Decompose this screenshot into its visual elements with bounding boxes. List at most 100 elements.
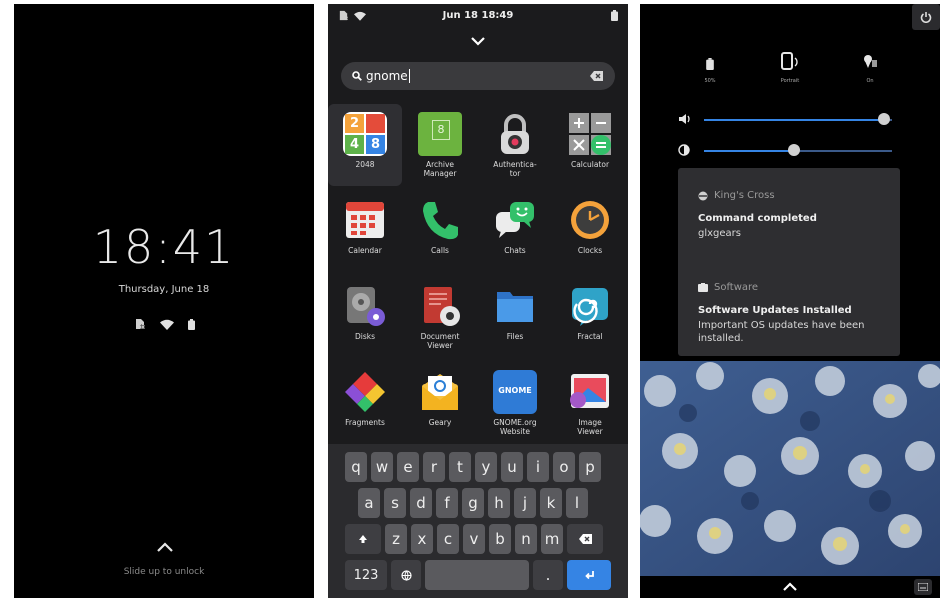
app-2048[interactable]: 2 4 8 2048: [328, 104, 402, 186]
brightness-icon: [678, 144, 690, 156]
power-button[interactable]: [912, 4, 940, 30]
language-key[interactable]: [391, 560, 421, 590]
lock-status-icons: [14, 318, 314, 330]
app-gnome-website[interactable]: GNOME GNOME.org Website: [478, 362, 552, 444]
toggle-caption: 50%: [704, 78, 716, 84]
battery-icon: [187, 318, 195, 330]
key-o[interactable]: o: [553, 452, 575, 482]
key-x[interactable]: x: [411, 524, 433, 554]
key-l[interactable]: l: [566, 488, 588, 518]
chevron-down-icon[interactable]: [470, 36, 486, 46]
notification-header: King's Cross: [698, 190, 775, 201]
globe-icon: [400, 569, 412, 581]
disk-icon: [343, 284, 387, 328]
status-bar[interactable]: Jun 18 18:49: [328, 4, 628, 26]
rotation-icon: [781, 52, 798, 70]
space-key[interactable]: [425, 560, 529, 590]
notification-app: King's Cross: [714, 190, 775, 201]
unlock-hint: Slide up to unlock: [123, 567, 205, 577]
app-authenticator[interactable]: Authentica- tor: [478, 104, 552, 186]
key-c[interactable]: c: [437, 524, 459, 554]
battery-icon: [706, 58, 714, 70]
key-d[interactable]: d: [410, 488, 432, 518]
app-files[interactable]: Files: [478, 276, 552, 358]
key-m[interactable]: m: [541, 524, 563, 554]
lock-date: Thursday, June 18: [118, 284, 210, 295]
app-label: Clocks: [577, 246, 603, 255]
status-clock: Jun 18 18:49: [442, 10, 514, 21]
key-t[interactable]: t: [449, 452, 471, 482]
search-text: gnome: [366, 69, 410, 83]
app-calendar[interactable]: Calendar: [328, 190, 402, 272]
period-key[interactable]: .: [533, 560, 563, 590]
battery-toggle[interactable]: 50%: [680, 52, 740, 84]
app-chats[interactable]: Chats: [478, 190, 552, 272]
app-label: Chats: [504, 246, 526, 255]
location-toggle[interactable]: On: [840, 52, 900, 84]
volume-slider-fill: [704, 119, 885, 121]
key-g[interactable]: g: [462, 488, 484, 518]
key-z[interactable]: z: [385, 524, 407, 554]
clock-icon: [568, 198, 612, 242]
chevron-up-icon[interactable]: [782, 582, 798, 592]
backspace-icon: [578, 534, 592, 544]
app-label: Files: [506, 332, 524, 341]
key-w[interactable]: w: [371, 452, 393, 482]
app-calculator[interactable]: Calculator: [553, 104, 627, 186]
battery-icon: [611, 10, 618, 21]
app-fragments[interactable]: Fragments: [328, 362, 402, 444]
volume-slider-knob[interactable]: [878, 113, 891, 125]
clear-search-icon[interactable]: [590, 71, 603, 81]
notification-title: Software Updates Installed: [698, 305, 852, 316]
app-geary[interactable]: Geary: [403, 362, 477, 444]
app-label: GNOME.org Website: [493, 418, 537, 436]
software-icon: [698, 283, 708, 292]
folder-icon: [493, 284, 537, 328]
enter-key[interactable]: [567, 560, 611, 590]
shift-key[interactable]: [345, 524, 381, 554]
key-h[interactable]: h: [488, 488, 510, 518]
key-e[interactable]: e: [397, 452, 419, 482]
app-clocks[interactable]: Clocks: [553, 190, 627, 272]
search-input[interactable]: gnome: [341, 62, 615, 90]
key-v[interactable]: v: [463, 524, 485, 554]
quick-toggles: 50% Portrait On: [640, 52, 940, 84]
chevron-up-icon[interactable]: [14, 540, 314, 554]
app-fractal[interactable]: Fractal: [553, 276, 627, 358]
app-disks[interactable]: Disks: [328, 276, 402, 358]
key-r[interactable]: r: [423, 452, 445, 482]
rotation-toggle[interactable]: Portrait: [760, 52, 820, 84]
key-y[interactable]: y: [475, 452, 497, 482]
key-n[interactable]: n: [515, 524, 537, 554]
key-a[interactable]: a: [358, 488, 380, 518]
terminal-icon: [698, 191, 708, 200]
volume-slider[interactable]: [704, 113, 892, 125]
app-image-viewer[interactable]: Image Viewer: [553, 362, 627, 444]
key-u[interactable]: u: [501, 452, 523, 482]
notification-header: Software: [698, 282, 758, 293]
key-p[interactable]: p: [579, 452, 601, 482]
key-j[interactable]: j: [514, 488, 536, 518]
calculator-icon: [568, 112, 612, 156]
key-f[interactable]: f: [436, 488, 458, 518]
app-calls[interactable]: Calls: [403, 190, 477, 272]
brightness-slider[interactable]: [704, 144, 892, 156]
app-archive-manager[interactable]: 8 Archive Manager: [403, 104, 477, 186]
key-q[interactable]: q: [345, 452, 367, 482]
backspace-key[interactable]: [567, 524, 603, 554]
app-label: 2048: [355, 160, 375, 169]
brightness-slider-fill: [704, 150, 795, 152]
volume-icon: [679, 114, 690, 124]
key-s[interactable]: s: [384, 488, 406, 518]
app-document-viewer[interactable]: Document Viewer: [403, 276, 477, 358]
key-k[interactable]: k: [540, 488, 562, 518]
lock-screen[interactable]: 18:41 Thursday, June 18 Slide up to unlo…: [14, 4, 314, 598]
brightness-slider-knob[interactable]: [788, 144, 801, 156]
app-label: Image Viewer: [577, 418, 603, 436]
app-label: Calls: [431, 246, 449, 255]
keyboard-toggle-button[interactable]: [914, 579, 932, 595]
key-b[interactable]: b: [489, 524, 511, 554]
key-i[interactable]: i: [527, 452, 549, 482]
notification-app: Software: [714, 282, 759, 293]
numbers-key[interactable]: 123: [345, 560, 387, 590]
